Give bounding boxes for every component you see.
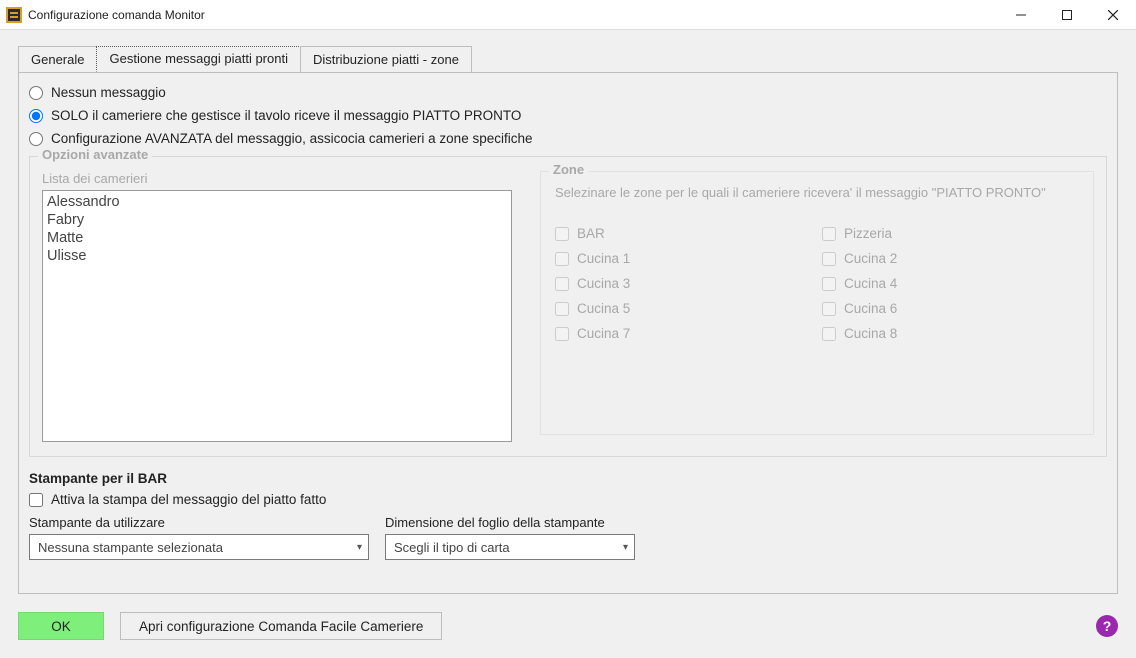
bottom-bar: OK Apri configurazione Comanda Facile Ca… bbox=[18, 612, 1118, 640]
zone-checkbox[interactable]: BAR bbox=[555, 226, 812, 241]
radio-nessun-label: Nessun messaggio bbox=[51, 85, 166, 100]
advanced-options-group: Opzioni avanzate Lista dei camerieri Ale… bbox=[29, 156, 1107, 457]
zone-checkbox[interactable]: Cucina 7 bbox=[555, 326, 812, 341]
zone-check-input[interactable] bbox=[555, 252, 569, 266]
printer-select-col: Stampante da utilizzare Nessuna stampant… bbox=[29, 515, 369, 560]
list-item[interactable]: Fabry bbox=[47, 211, 507, 229]
printer-toggle[interactable]: Attiva la stampa del messaggio del piatt… bbox=[29, 492, 1107, 507]
zone-checkbox[interactable]: Cucina 8 bbox=[822, 326, 1079, 341]
list-item[interactable]: Ulisse bbox=[47, 247, 507, 265]
paper-select[interactable]: Scegli il tipo di carta ▾ bbox=[385, 534, 635, 560]
zone-checkbox[interactable]: Cucina 3 bbox=[555, 276, 812, 291]
waiters-listbox[interactable]: Alessandro Fabry Matte Ulisse bbox=[42, 190, 512, 442]
ok-button[interactable]: OK bbox=[18, 612, 104, 640]
zone-check-input[interactable] bbox=[555, 227, 569, 241]
client-area: Generale Gestione messaggi piatti pronti… bbox=[0, 30, 1136, 658]
waiters-column: Lista dei camerieri Alessandro Fabry Mat… bbox=[42, 171, 512, 442]
zone-check-input[interactable] bbox=[555, 277, 569, 291]
zone-label: Cucina 4 bbox=[844, 276, 897, 291]
tabstrip: Generale Gestione messaggi piatti pronti… bbox=[18, 45, 471, 71]
advanced-group-title: Opzioni avanzate bbox=[38, 147, 152, 162]
titlebar: Configurazione comanda Monitor bbox=[0, 0, 1136, 30]
zone-checkbox[interactable]: Pizzeria bbox=[822, 226, 1079, 241]
zone-check-input[interactable] bbox=[822, 227, 836, 241]
radio-avanzata-input[interactable] bbox=[29, 132, 43, 146]
zone-check-input[interactable] bbox=[822, 277, 836, 291]
radio-nessun-input[interactable] bbox=[29, 86, 43, 100]
zone-check-input[interactable] bbox=[822, 252, 836, 266]
maximize-button[interactable] bbox=[1044, 0, 1090, 30]
radio-avanzata[interactable]: Configurazione AVANZATA del messaggio, a… bbox=[29, 131, 1107, 146]
zone-label: Cucina 3 bbox=[577, 276, 630, 291]
list-item[interactable]: Matte bbox=[47, 229, 507, 247]
zone-label: Cucina 5 bbox=[577, 301, 630, 316]
zone-checkbox[interactable]: Cucina 6 bbox=[822, 301, 1079, 316]
tab-generale[interactable]: Generale bbox=[18, 46, 97, 72]
help-icon[interactable]: ? bbox=[1096, 615, 1118, 637]
zones-title: Zone bbox=[549, 162, 588, 177]
printer-section: Stampante per il BAR Attiva la stampa de… bbox=[29, 471, 1107, 560]
paper-select-label: Dimensione del foglio della stampante bbox=[385, 515, 635, 530]
zone-checkbox[interactable]: Cucina 4 bbox=[822, 276, 1079, 291]
printer-toggle-input[interactable] bbox=[29, 493, 43, 507]
zone-check-input[interactable] bbox=[822, 327, 836, 341]
printer-toggle-label: Attiva la stampa del messaggio del piatt… bbox=[51, 492, 326, 507]
printer-select-label: Stampante da utilizzare bbox=[29, 515, 369, 530]
zone-check-input[interactable] bbox=[822, 302, 836, 316]
tab-gestione-messaggi[interactable]: Gestione messaggi piatti pronti bbox=[96, 46, 300, 72]
zone-checkbox[interactable]: Cucina 5 bbox=[555, 301, 812, 316]
tab-content: Nessun messaggio SOLO il cameriere che g… bbox=[18, 72, 1118, 594]
list-item[interactable]: Alessandro bbox=[47, 193, 507, 211]
close-button[interactable] bbox=[1090, 0, 1136, 30]
zone-check-input[interactable] bbox=[555, 302, 569, 316]
paper-select-col: Dimensione del foglio della stampante Sc… bbox=[385, 515, 635, 560]
zone-label: Cucina 1 bbox=[577, 251, 630, 266]
printer-select[interactable]: Nessuna stampante selezionata ▾ bbox=[29, 534, 369, 560]
zone-label: Cucina 6 bbox=[844, 301, 897, 316]
zone-check-input[interactable] bbox=[555, 327, 569, 341]
waiters-list-label: Lista dei camerieri bbox=[42, 171, 512, 186]
radio-solo-label: SOLO il cameriere che gestisce il tavolo… bbox=[51, 108, 521, 123]
printer-select-value: Nessuna stampante selezionata bbox=[38, 540, 223, 555]
minimize-button[interactable] bbox=[998, 0, 1044, 30]
zone-label: Cucina 8 bbox=[844, 326, 897, 341]
zone-label: Pizzeria bbox=[844, 226, 892, 241]
window-title: Configurazione comanda Monitor bbox=[28, 8, 205, 22]
radio-nessun-messaggio[interactable]: Nessun messaggio bbox=[29, 85, 1107, 100]
radio-solo-cameriere[interactable]: SOLO il cameriere che gestisce il tavolo… bbox=[29, 108, 1107, 123]
radio-avanzata-label: Configurazione AVANZATA del messaggio, a… bbox=[51, 131, 532, 146]
radio-solo-input[interactable] bbox=[29, 109, 43, 123]
window-controls bbox=[998, 0, 1136, 30]
chevron-down-icon: ▾ bbox=[357, 542, 362, 553]
zone-label: Cucina 7 bbox=[577, 326, 630, 341]
zones-column: Zone Selezinare le zone per le quali il … bbox=[540, 171, 1094, 442]
app-icon bbox=[6, 7, 22, 23]
zone-checkbox[interactable]: Cucina 1 bbox=[555, 251, 812, 266]
paper-select-value: Scegli il tipo di carta bbox=[394, 540, 510, 555]
zones-grid: BAR Pizzeria Cucina 1 Cucina 2 Cucina 3 … bbox=[555, 226, 1079, 341]
printer-heading: Stampante per il BAR bbox=[29, 471, 1107, 486]
open-config-button[interactable]: Apri configurazione Comanda Facile Camer… bbox=[120, 612, 442, 640]
zones-group: Zone Selezinare le zone per le quali il … bbox=[540, 171, 1094, 435]
message-mode-radios: Nessun messaggio SOLO il cameriere che g… bbox=[29, 85, 1107, 146]
zone-label: BAR bbox=[577, 226, 605, 241]
chevron-down-icon: ▾ bbox=[623, 542, 628, 553]
zones-help-text: Selezinare le zone per le quali il camer… bbox=[555, 184, 1079, 202]
tab-distribuzione[interactable]: Distribuzione piatti - zone bbox=[300, 46, 472, 72]
titlebar-left: Configurazione comanda Monitor bbox=[0, 7, 205, 23]
advanced-columns: Lista dei camerieri Alessandro Fabry Mat… bbox=[42, 171, 1094, 442]
zone-label: Cucina 2 bbox=[844, 251, 897, 266]
zone-checkbox[interactable]: Cucina 2 bbox=[822, 251, 1079, 266]
printer-selects-row: Stampante da utilizzare Nessuna stampant… bbox=[29, 515, 1107, 560]
